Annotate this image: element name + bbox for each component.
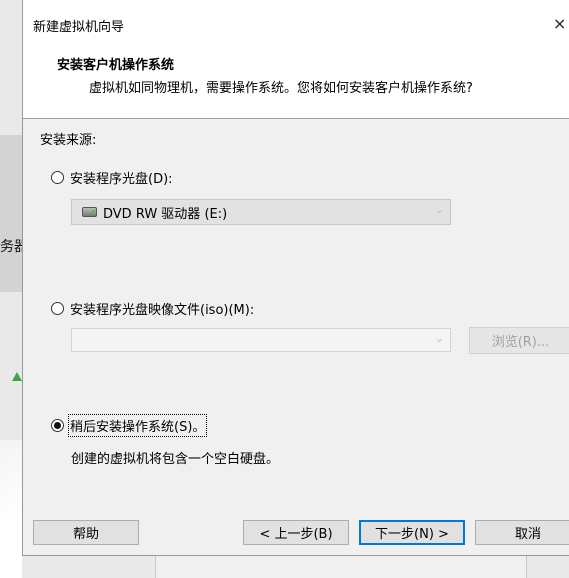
cancel-button[interactable]: 取消 xyxy=(475,520,569,545)
help-button[interactable]: 帮助 xyxy=(33,520,139,545)
radio-installer-disc-label: 安装程序光盘(D): xyxy=(70,172,173,187)
back-button[interactable]: < 上一步(B) xyxy=(243,520,349,545)
next-button[interactable]: 下一步(N) > xyxy=(359,520,465,545)
radio-iso-image-label: 安装程序光盘映像文件(iso)(M): xyxy=(70,303,255,318)
background-panel xyxy=(0,135,22,292)
new-vm-wizard-dialog: 新建虚拟机向导 × 安装客户机操作系统 虚拟机如同物理机，需要操作系统。您将如何… xyxy=(22,0,569,556)
radio-button-icon[interactable] xyxy=(51,302,64,315)
disc-drive-value: DVD RW 驱动器 (E:) xyxy=(103,206,228,222)
wizard-header: 安装客户机操作系统 虚拟机如同物理机，需要操作系统。您将如何安装客户机操作系统? xyxy=(23,46,569,119)
window-title: 新建虚拟机向导 xyxy=(33,20,125,35)
disc-drive-select[interactable]: DVD RW 驱动器 (E:) ⌄ xyxy=(71,199,451,225)
browse-button[interactable]: 浏览(R)... xyxy=(469,327,569,354)
install-later-description: 创建的虚拟机将包含一个空白硬盘。 xyxy=(71,452,280,467)
background-bottom-strip xyxy=(155,556,527,578)
iso-path-combobox[interactable]: ⌄ xyxy=(71,328,451,352)
background-green-triangle-icon xyxy=(12,372,22,381)
dvd-drive-icon xyxy=(82,207,97,217)
radio-iso-image[interactable]: 安装程序光盘映像文件(iso)(M): xyxy=(51,299,254,318)
chevron-down-icon: ⌄ xyxy=(434,203,444,216)
radio-installer-disc[interactable]: 安装程序光盘(D): xyxy=(51,168,173,187)
radio-install-later[interactable]: 稍后安装操作系统(S)。 xyxy=(51,414,208,437)
radio-install-later-label: 稍后安装操作系统(S)。 xyxy=(67,414,208,437)
chevron-down-icon: ⌄ xyxy=(434,332,444,345)
radio-button-checked-icon[interactable] xyxy=(51,419,64,432)
title-bar: 新建虚拟机向导 × xyxy=(23,0,569,46)
radio-button-icon[interactable] xyxy=(51,171,64,184)
page-title: 安装客户机操作系统 xyxy=(57,58,175,73)
background-area xyxy=(0,440,22,578)
close-icon[interactable]: × xyxy=(553,14,566,33)
install-source-label: 安装来源: xyxy=(40,133,97,148)
page-subtitle: 虚拟机如同物理机，需要操作系统。您将如何安装客户机操作系统? xyxy=(89,81,473,96)
